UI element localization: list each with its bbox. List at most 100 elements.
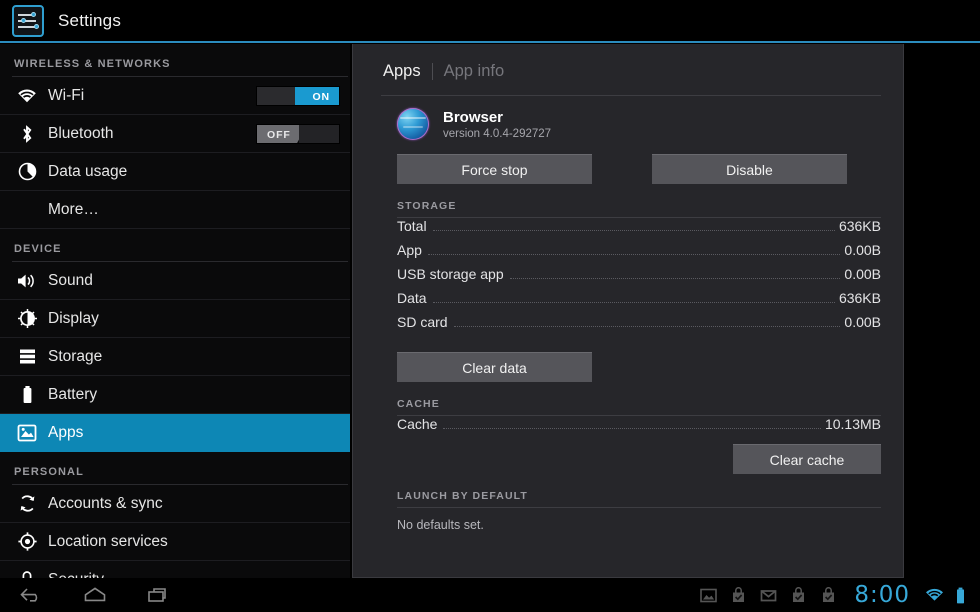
android-settings-screen: Settings WIRELESS & NETWORKS Wi-Fi ON Bl…	[0, 0, 980, 612]
leader-dots	[432, 302, 835, 303]
storage-row: Total 636KB	[397, 218, 881, 242]
sidebar-item-location-services[interactable]: Location services	[0, 523, 350, 561]
leader-dots	[443, 428, 821, 429]
leader-dots	[509, 278, 841, 279]
sidebar-item-label: Security	[48, 571, 104, 579]
clear-data-button[interactable]: Clear data	[397, 352, 592, 382]
settings-sliders-icon	[12, 4, 44, 37]
sidebar-item-data-usage[interactable]: Data usage	[0, 153, 350, 191]
cache-row-label: Cache	[397, 416, 438, 432]
title-bar: Settings	[0, 0, 980, 41]
breadcrumb-app-info: App info	[443, 62, 505, 80]
sidebar-item-label: Wi-Fi	[48, 86, 85, 104]
sidebar-item-accounts-sync[interactable]: Accounts & sync	[0, 485, 350, 523]
recent-apps-button[interactable]	[146, 585, 172, 605]
sidebar-item-label: Location services	[48, 532, 168, 550]
download-bag-icon-3[interactable]	[820, 586, 837, 604]
storage-row-label: SD card	[397, 314, 448, 330]
home-button[interactable]	[82, 585, 108, 605]
status-clock: 8:00	[854, 582, 910, 608]
clear-cache-row: Clear cache	[353, 440, 903, 474]
no-defaults-text: No defaults set.	[397, 518, 484, 532]
app-version: version 4.0.4-292727	[443, 127, 552, 140]
sidebar-item-storage[interactable]: Storage	[0, 338, 350, 376]
storage-row: USB storage app 0.00B	[397, 266, 881, 290]
sync-icon	[14, 493, 40, 515]
wifi-toggle[interactable]: ON	[256, 86, 340, 106]
sidebar-item-display[interactable]: Display	[0, 300, 350, 338]
gmail-icon[interactable]	[760, 587, 777, 604]
sidebar-item-label: Accounts & sync	[48, 494, 163, 512]
lock-icon	[14, 569, 40, 578]
wifi-toggle-label: ON	[312, 91, 330, 103]
cache-row: Cache 10.13MB	[397, 416, 881, 440]
back-button[interactable]	[18, 585, 44, 605]
bluetooth-toggle[interactable]: OFF	[256, 124, 340, 144]
download-bag-icon-2[interactable]	[790, 586, 807, 604]
apps-icon	[14, 422, 40, 444]
disable-button[interactable]: Disable	[652, 154, 847, 184]
sidebar-item-label: Display	[48, 309, 99, 327]
leader-dots	[432, 230, 835, 231]
leader-dots	[427, 254, 841, 255]
content-area: WIRELESS & NETWORKS Wi-Fi ON Bluetooth O…	[0, 44, 980, 578]
sidebar-item-battery[interactable]: Battery	[0, 376, 350, 414]
breadcrumb[interactable]: Apps App info	[353, 44, 903, 81]
leader-dots	[453, 326, 841, 327]
force-stop-button[interactable]: Force stop	[397, 154, 592, 184]
display-icon	[14, 308, 40, 330]
app-info-panel: Apps App info Browser version 4.0.4-2927…	[352, 44, 904, 578]
cache-section-header: CACHE	[397, 398, 440, 410]
storage-row-value: 636KB	[838, 218, 881, 234]
storage-row-label: App	[397, 242, 422, 258]
sidebar-section-header-device: DEVICE	[14, 243, 62, 255]
sidebar-item-label: Data usage	[48, 162, 128, 180]
storage-row: App 0.00B	[397, 242, 881, 266]
accent-rule	[0, 41, 980, 43]
storage-row-label: Total	[397, 218, 427, 234]
breadcrumb-apps[interactable]: Apps	[383, 62, 421, 81]
storage-row: SD card 0.00B	[397, 314, 881, 338]
battery-icon[interactable]	[955, 587, 972, 604]
sidebar-item-more[interactable]: More…	[0, 191, 350, 229]
sidebar-item-apps[interactable]: Apps	[0, 414, 350, 452]
storage-row-value: 0.00B	[844, 266, 881, 282]
clear-cache-button[interactable]: Clear cache	[733, 444, 881, 474]
storage-section-header: STORAGE	[397, 200, 457, 212]
data-usage-icon	[14, 161, 40, 183]
download-bag-icon[interactable]	[730, 586, 747, 604]
battery-icon	[14, 384, 40, 406]
image-icon[interactable]	[700, 587, 718, 604]
storage-row-value: 0.00B	[844, 242, 881, 258]
storage-row: Data 636KB	[397, 290, 881, 314]
sidebar-item-label: Storage	[48, 347, 103, 365]
sidebar-item-security[interactable]: Security	[0, 561, 350, 578]
browser-globe-icon	[397, 108, 429, 140]
storage-row-value: 0.00B	[844, 314, 881, 330]
cache-row-value: 10.13MB	[824, 416, 881, 432]
page-title: Settings	[58, 10, 122, 30]
sidebar-section-header-personal: PERSONAL	[14, 466, 84, 478]
status-icons: 8:00	[700, 582, 972, 608]
sound-icon	[14, 270, 40, 292]
bluetooth-toggle-label: OFF	[267, 129, 291, 141]
storage-row-value: 636KB	[838, 290, 881, 306]
launch-by-default-header: LAUNCH BY DEFAULT	[397, 490, 528, 502]
sidebar-item-label: Apps	[48, 423, 84, 441]
storage-row-label: Data	[397, 290, 427, 306]
wifi-icon	[14, 85, 40, 107]
wifi-icon[interactable]	[925, 587, 943, 604]
sidebar-item-bluetooth[interactable]: Bluetooth OFF	[0, 115, 350, 153]
location-icon	[14, 531, 40, 553]
app-name: Browser	[443, 108, 504, 126]
system-navigation-bar: 8:00	[0, 578, 980, 612]
sidebar-item-sound[interactable]: Sound	[0, 262, 350, 300]
sidebar-item-wifi[interactable]: Wi-Fi ON	[0, 77, 350, 115]
bluetooth-icon	[14, 123, 40, 145]
nav-buttons	[18, 585, 172, 605]
storage-row-label: USB storage app	[397, 266, 504, 282]
settings-sidebar[interactable]: WIRELESS & NETWORKS Wi-Fi ON Bluetooth O…	[0, 44, 350, 578]
clear-data-row: Clear data	[353, 338, 903, 382]
sidebar-item-label: Bluetooth	[48, 124, 114, 142]
storage-icon	[14, 346, 40, 368]
